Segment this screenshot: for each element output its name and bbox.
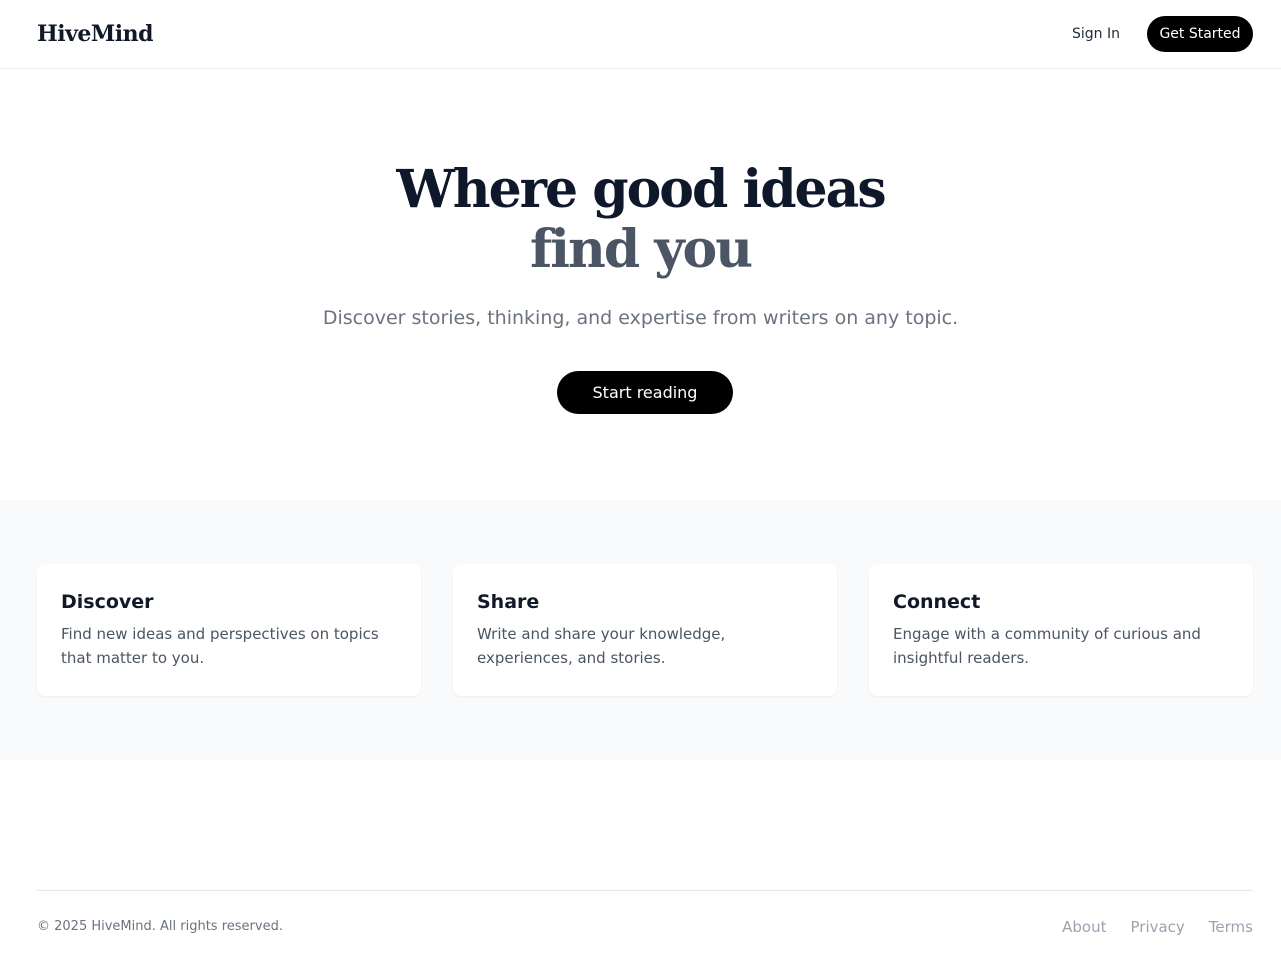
features-section: Discover Find new ideas and perspectives… <box>0 500 1281 760</box>
feature-card-text: Find new ideas and perspectives on topic… <box>61 625 379 667</box>
top-navigation-bar: HiveMind Sign In Get Started <box>0 0 1281 69</box>
footer-links: About Privacy Terms <box>1062 916 1253 938</box>
hero-subtitle: Discover stories, thinking, and expertis… <box>322 307 959 329</box>
sign-in-link[interactable]: Sign In <box>1060 22 1132 46</box>
footer-divider <box>37 890 1253 891</box>
feature-card-title: Connect <box>893 591 981 613</box>
hero-title-line-2: find you <box>529 219 753 280</box>
footer-link-privacy[interactable]: Privacy <box>1131 916 1185 938</box>
hero-title-line-1: Where good ideas <box>396 159 886 220</box>
footer-link-about[interactable]: About <box>1062 916 1106 938</box>
feature-card-title: Discover <box>61 591 154 613</box>
start-reading-button[interactable]: Start reading <box>557 371 733 414</box>
feature-card-share: Share Write and share your knowledge, ex… <box>453 564 837 696</box>
get-started-button[interactable]: Get Started <box>1147 16 1253 52</box>
footer-link-terms[interactable]: Terms <box>1209 916 1253 938</box>
feature-card-title: Share <box>477 591 540 613</box>
hero-title: Where good ideas find you <box>0 160 1281 280</box>
feature-card-discover: Discover Find new ideas and perspectives… <box>37 564 421 696</box>
copyright-text: © 2025 HiveMind. All rights reserved. <box>37 919 283 934</box>
feature-card-connect: Connect Engage with a community of curio… <box>869 564 1253 696</box>
feature-card-text: Engage with a community of curious and i… <box>893 625 1201 667</box>
logo[interactable]: HiveMind <box>37 19 154 49</box>
feature-card-text: Write and share your knowledge, experien… <box>477 625 726 667</box>
